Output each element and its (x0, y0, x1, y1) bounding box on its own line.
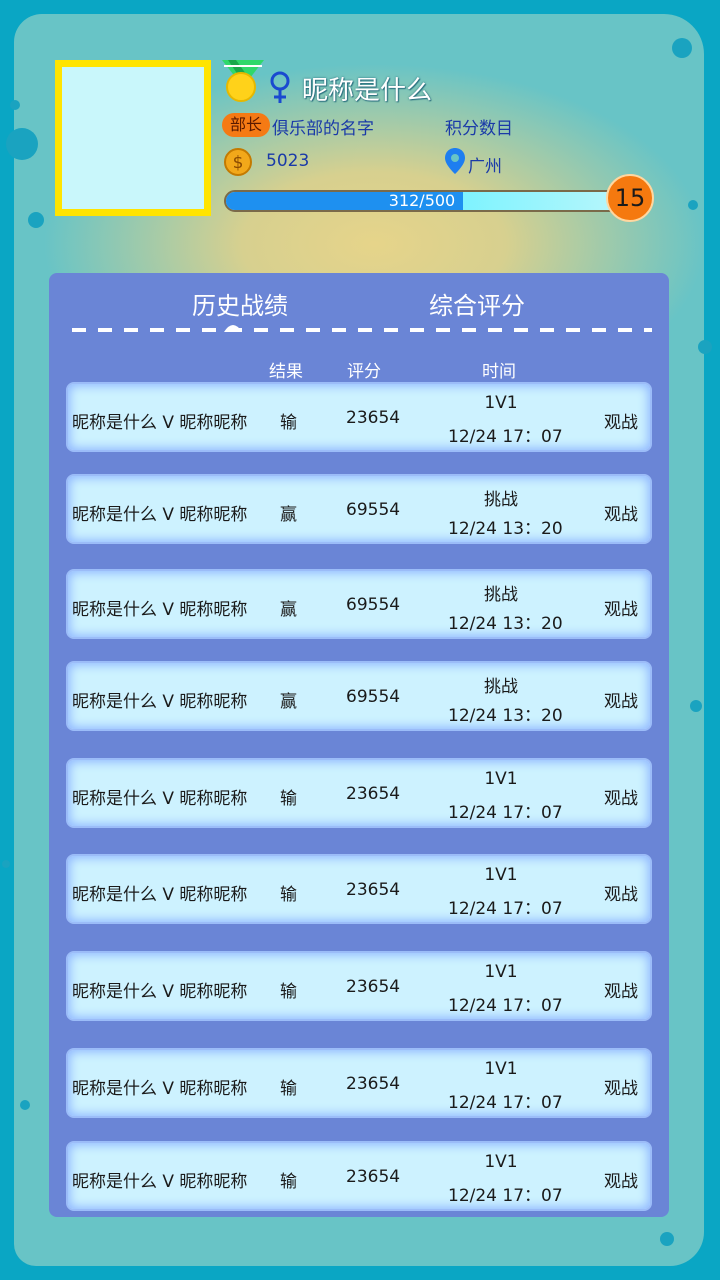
score-cell: 69554 (346, 500, 401, 520)
time-cell: 12/24 13：20 (448, 706, 563, 726)
match-cell: 昵称是什么 V 昵称昵称 (72, 982, 248, 1002)
score-cell: 69554 (346, 687, 401, 707)
match-cell: 昵称是什么 V 昵称昵称 (72, 1079, 248, 1099)
match-cell: 昵称是什么 V 昵称昵称 (72, 505, 248, 525)
mode-cell: 1V1 (484, 769, 518, 789)
table-row[interactable]: 昵称是什么 V 昵称昵称 赢 69554 挑战 12/24 13：20 观战 (66, 474, 652, 544)
result-cell: 输 (280, 1079, 297, 1099)
time-cell: 12/24 13：20 (448, 614, 563, 634)
table-row[interactable]: 昵称是什么 V 昵称昵称 赢 69554 挑战 12/24 13：20 观战 (66, 661, 652, 731)
time-cell: 12/24 17：07 (448, 899, 563, 919)
table-row[interactable]: 昵称是什么 V 昵称昵称 输 23654 1V1 12/24 17：07 观战 (66, 1141, 652, 1211)
tab-rating[interactable]: 综合评分 (429, 286, 525, 321)
city: 广州 (468, 157, 502, 177)
result-cell: 输 (280, 1172, 297, 1192)
watch-button[interactable]: 观战 (604, 880, 638, 905)
match-cell: 昵称是什么 V 昵称昵称 (72, 1172, 248, 1192)
xp-progress-bar: 312/500 (224, 190, 620, 212)
score-cell: 23654 (346, 784, 401, 804)
mode-cell: 1V1 (484, 1152, 518, 1172)
result-cell: 输 (280, 885, 297, 905)
level-badge: 15 (606, 174, 654, 222)
mode-cell: 1V1 (484, 393, 518, 413)
svg-text:$: $ (233, 153, 244, 173)
time-cell: 12/24 17：07 (448, 1093, 563, 1113)
mode-cell: 1V1 (484, 962, 518, 982)
table-row[interactable]: 昵称是什么 V 昵称昵称 赢 69554 挑战 12/24 13：20 观战 (66, 569, 652, 639)
result-cell: 输 (280, 789, 297, 809)
score-cell: 69554 (346, 595, 401, 615)
watch-button[interactable]: 观战 (604, 977, 638, 1002)
location-pin-icon (445, 148, 465, 174)
nickname: 昵称是什么 (302, 76, 433, 106)
time-cell: 12/24 17：07 (448, 1186, 563, 1206)
match-cell: 昵称是什么 V 昵称昵称 (72, 413, 248, 433)
watch-button[interactable]: 观战 (604, 408, 638, 433)
result-cell: 赢 (280, 505, 297, 525)
table-row[interactable]: 昵称是什么 V 昵称昵称 输 23654 1V1 12/24 17：07 观战 (66, 1048, 652, 1118)
tab-history[interactable]: 历史战绩 (192, 286, 288, 321)
points-label: 积分数目 (445, 119, 513, 139)
medal-icon (222, 60, 264, 102)
role-badge: 部长 (222, 113, 270, 137)
score-cell: 23654 (346, 1074, 401, 1094)
mode-cell: 1V1 (484, 1059, 518, 1079)
watch-button[interactable]: 观战 (604, 500, 638, 525)
female-icon (270, 71, 290, 103)
column-header-result: 结果 (269, 362, 303, 382)
match-cell: 昵称是什么 V 昵称昵称 (72, 789, 248, 809)
table-row[interactable]: 昵称是什么 V 昵称昵称 输 23654 1V1 12/24 17：07 观战 (66, 951, 652, 1021)
tab-divider (72, 328, 652, 332)
time-cell: 12/24 17：07 (448, 427, 563, 447)
result-cell: 赢 (280, 600, 297, 620)
result-cell: 赢 (280, 692, 297, 712)
score-cell: 23654 (346, 880, 401, 900)
table-row[interactable]: 昵称是什么 V 昵称昵称 输 23654 1V1 12/24 17：07 观战 (66, 382, 652, 452)
table-row[interactable]: 昵称是什么 V 昵称昵称 输 23654 1V1 12/24 17：07 观战 (66, 758, 652, 828)
xp-text: 312/500 (388, 191, 456, 210)
mode-cell: 挑战 (484, 490, 518, 510)
time-cell: 12/24 17：07 (448, 803, 563, 823)
match-cell: 昵称是什么 V 昵称昵称 (72, 885, 248, 905)
watch-button[interactable]: 观战 (604, 784, 638, 809)
watch-button[interactable]: 观战 (604, 687, 638, 712)
mode-cell: 1V1 (484, 865, 518, 885)
result-cell: 输 (280, 982, 297, 1002)
result-cell: 输 (280, 413, 297, 433)
time-cell: 12/24 17：07 (448, 996, 563, 1016)
club-name[interactable]: 俱乐部的名字 (272, 114, 374, 139)
mode-cell: 挑战 (484, 585, 518, 605)
score-cell: 23654 (346, 977, 401, 997)
score-cell: 23654 (346, 1167, 401, 1187)
watch-button[interactable]: 观战 (604, 1074, 638, 1099)
mode-cell: 挑战 (484, 677, 518, 697)
match-cell: 昵称是什么 V 昵称昵称 (72, 600, 248, 620)
column-header-score: 评分 (347, 362, 381, 382)
column-header-time: 时间 (482, 362, 516, 382)
match-cell: 昵称是什么 V 昵称昵称 (72, 692, 248, 712)
coin-icon: $ (224, 148, 252, 176)
time-cell: 12/24 13：20 (448, 519, 563, 539)
score-cell: 23654 (346, 408, 401, 428)
watch-button[interactable]: 观战 (604, 1167, 638, 1192)
coin-count: 5023 (266, 151, 310, 171)
active-tab-caret-icon (224, 325, 242, 332)
watch-button[interactable]: 观战 (604, 595, 638, 620)
table-row[interactable]: 昵称是什么 V 昵称昵称 输 23654 1V1 12/24 17：07 观战 (66, 854, 652, 924)
avatar[interactable] (55, 60, 211, 216)
